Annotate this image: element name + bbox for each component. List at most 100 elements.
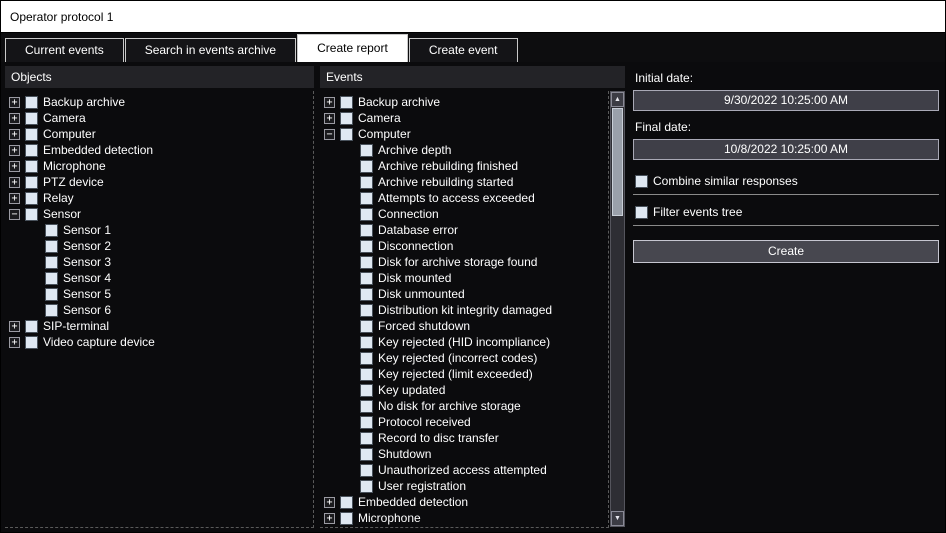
checkbox-icon[interactable] <box>340 112 353 125</box>
scrollbar-thumb[interactable] <box>612 108 623 216</box>
checkbox-icon[interactable] <box>45 256 58 269</box>
tree-item-forced-shutdown[interactable]: Forced shutdown <box>320 318 608 334</box>
tab-search-in-events-archive[interactable]: Search in events archive <box>125 38 296 62</box>
checkbox-icon[interactable] <box>340 128 353 141</box>
expand-plus-icon[interactable]: + <box>9 97 20 108</box>
checkbox-icon[interactable] <box>45 272 58 285</box>
collapse-minus-icon[interactable]: − <box>9 209 20 220</box>
checkbox-icon[interactable] <box>25 160 38 173</box>
option-filter-events-tree[interactable]: Filter events tree <box>633 199 939 226</box>
tree-item-sip-terminal[interactable]: +SIP-terminal <box>5 318 313 334</box>
tree-item-database-error[interactable]: Database error <box>320 222 608 238</box>
tree-item-attempts-to-access-exceeded[interactable]: Attempts to access exceeded <box>320 190 608 206</box>
checkbox-icon[interactable] <box>360 208 373 221</box>
checkbox-icon[interactable] <box>360 336 373 349</box>
expand-plus-icon[interactable]: + <box>9 337 20 348</box>
tree-item-sensor-5[interactable]: Sensor 5 <box>5 286 313 302</box>
tree-item-sensor[interactable]: −Sensor <box>5 206 313 222</box>
tree-item-key-rejected-limit-exceeded[interactable]: Key rejected (limit exceeded) <box>320 366 608 382</box>
tree-item-disconnection[interactable]: Disconnection <box>320 238 608 254</box>
tree-item-no-disk-for-archive-storage[interactable]: No disk for archive storage <box>320 398 608 414</box>
checkbox-icon[interactable] <box>340 512 353 525</box>
checkbox-icon[interactable] <box>360 480 373 493</box>
final-date-field[interactable]: 10/8/2022 10:25:00 AM <box>633 139 939 160</box>
checkbox-icon[interactable] <box>360 352 373 365</box>
tree-item-key-rejected-incorrect-codes[interactable]: Key rejected (incorrect codes) <box>320 350 608 366</box>
tree-item-sensor-1[interactable]: Sensor 1 <box>5 222 313 238</box>
scrollbar-track[interactable] <box>611 107 624 511</box>
tree-item-camera[interactable]: +Camera <box>5 110 313 126</box>
expand-plus-icon[interactable]: + <box>9 177 20 188</box>
scroll-up-icon[interactable]: ▲ <box>611 92 624 107</box>
events-scrollbar[interactable]: ▲ ▼ <box>610 91 625 527</box>
checkbox-icon[interactable] <box>360 320 373 333</box>
tree-item-disk-for-archive-storage-found[interactable]: Disk for archive storage found <box>320 254 608 270</box>
checkbox-icon[interactable] <box>360 432 373 445</box>
tree-item-archive-rebuilding-finished[interactable]: Archive rebuilding finished <box>320 158 608 174</box>
expand-plus-icon[interactable]: + <box>9 321 20 332</box>
tree-item-connection[interactable]: Connection <box>320 206 608 222</box>
checkbox-icon[interactable] <box>360 448 373 461</box>
checkbox-icon[interactable] <box>360 368 373 381</box>
checkbox-icon[interactable] <box>25 320 38 333</box>
tab-create-report[interactable]: Create report <box>297 34 408 62</box>
tree-item-distribution-kit-integrity-damaged[interactable]: Distribution kit integrity damaged <box>320 302 608 318</box>
checkbox-icon[interactable] <box>340 96 353 109</box>
expand-plus-icon[interactable]: + <box>324 513 335 524</box>
checkbox-icon[interactable] <box>360 288 373 301</box>
tree-item-embedded-detection[interactable]: +Embedded detection <box>5 142 313 158</box>
checkbox-icon[interactable] <box>25 144 38 157</box>
tree-item-camera[interactable]: +Camera <box>320 110 608 126</box>
collapse-minus-icon[interactable]: − <box>324 129 335 140</box>
tree-item-computer[interactable]: +Computer <box>5 126 313 142</box>
tree-item-sensor-6[interactable]: Sensor 6 <box>5 302 313 318</box>
checkbox-icon[interactable] <box>635 175 648 188</box>
tree-item-ptz-device[interactable]: +PTZ device <box>5 174 313 190</box>
tree-item-archive-depth[interactable]: Archive depth <box>320 142 608 158</box>
checkbox-icon[interactable] <box>25 128 38 141</box>
tree-item-video-capture-device[interactable]: +Video capture device <box>5 334 313 350</box>
checkbox-icon[interactable] <box>25 176 38 189</box>
tree-item-key-updated[interactable]: Key updated <box>320 382 608 398</box>
checkbox-icon[interactable] <box>45 224 58 237</box>
tree-item-disk-mounted[interactable]: Disk mounted <box>320 270 608 286</box>
tree-item-embedded-detection[interactable]: +Embedded detection <box>320 494 608 510</box>
create-button[interactable]: Create <box>633 240 939 263</box>
tree-item-sensor-3[interactable]: Sensor 3 <box>5 254 313 270</box>
tab-current-events[interactable]: Current events <box>5 38 124 62</box>
checkbox-icon[interactable] <box>360 400 373 413</box>
tab-create-event[interactable]: Create event <box>409 38 518 62</box>
expand-plus-icon[interactable]: + <box>324 497 335 508</box>
checkbox-icon[interactable] <box>25 208 38 221</box>
expand-plus-icon[interactable]: + <box>9 145 20 156</box>
initial-date-field[interactable]: 9/30/2022 10:25:00 AM <box>633 90 939 111</box>
checkbox-icon[interactable] <box>360 240 373 253</box>
tree-item-sensor-4[interactable]: Sensor 4 <box>5 270 313 286</box>
checkbox-icon[interactable] <box>360 464 373 477</box>
tree-item-computer[interactable]: −Computer <box>320 126 608 142</box>
checkbox-icon[interactable] <box>360 224 373 237</box>
tree-item-backup-archive[interactable]: +Backup archive <box>320 94 608 110</box>
tree-item-microphone[interactable]: +Microphone <box>5 158 313 174</box>
tree-item-unauthorized-access-attempted[interactable]: Unauthorized access attempted <box>320 462 608 478</box>
tree-item-relay[interactable]: +Relay <box>5 190 313 206</box>
checkbox-icon[interactable] <box>360 176 373 189</box>
checkbox-icon[interactable] <box>45 288 58 301</box>
checkbox-icon[interactable] <box>45 240 58 253</box>
checkbox-icon[interactable] <box>635 206 648 219</box>
checkbox-icon[interactable] <box>45 304 58 317</box>
tree-item-shutdown[interactable]: Shutdown <box>320 446 608 462</box>
checkbox-icon[interactable] <box>360 272 373 285</box>
checkbox-icon[interactable] <box>360 304 373 317</box>
expand-plus-icon[interactable]: + <box>9 113 20 124</box>
checkbox-icon[interactable] <box>25 96 38 109</box>
checkbox-icon[interactable] <box>25 112 38 125</box>
expand-plus-icon[interactable]: + <box>9 129 20 140</box>
checkbox-icon[interactable] <box>340 496 353 509</box>
checkbox-icon[interactable] <box>360 144 373 157</box>
checkbox-icon[interactable] <box>360 160 373 173</box>
tree-item-backup-archive[interactable]: +Backup archive <box>5 94 313 110</box>
expand-plus-icon[interactable]: + <box>9 193 20 204</box>
scroll-down-icon[interactable]: ▼ <box>611 511 624 526</box>
tree-item-user-registration[interactable]: User registration <box>320 478 608 494</box>
